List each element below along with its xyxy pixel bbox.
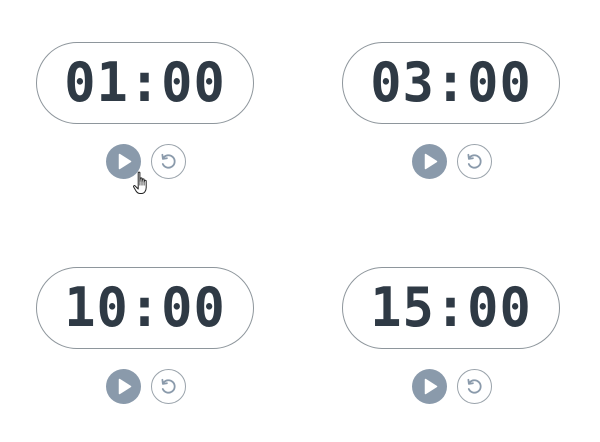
- timer-card-3: 10:00: [36, 267, 256, 427]
- timer-card-2: 03:00: [342, 42, 562, 202]
- reset-button[interactable]: [457, 369, 492, 404]
- play-button[interactable]: [412, 369, 447, 404]
- hand-pointer-icon: [132, 171, 147, 194]
- reset-icon: [467, 153, 482, 169]
- timer-controls: [412, 369, 492, 405]
- timer-time: 03:00: [370, 51, 532, 115]
- timer-controls: [412, 144, 492, 180]
- timer-display: 15:00: [342, 267, 560, 349]
- timer-display: 10:00: [36, 267, 254, 349]
- play-icon: [424, 153, 438, 170]
- reset-button[interactable]: [151, 144, 186, 179]
- timer-time: 01:00: [64, 51, 226, 115]
- timer-time: 10:00: [64, 276, 226, 340]
- play-button[interactable]: [412, 144, 447, 179]
- timer-time: 15:00: [370, 276, 532, 340]
- timer-display: 03:00: [342, 42, 560, 124]
- play-icon: [424, 378, 438, 395]
- play-icon: [118, 378, 132, 395]
- timer-display: 01:00: [36, 42, 254, 124]
- reset-icon: [467, 378, 482, 394]
- play-button[interactable]: [106, 369, 141, 404]
- reset-button[interactable]: [457, 144, 492, 179]
- timer-controls: [106, 369, 186, 405]
- reset-button[interactable]: [151, 369, 186, 404]
- timer-card-4: 15:00: [342, 267, 562, 427]
- reset-icon: [161, 153, 176, 169]
- reset-icon: [161, 378, 176, 394]
